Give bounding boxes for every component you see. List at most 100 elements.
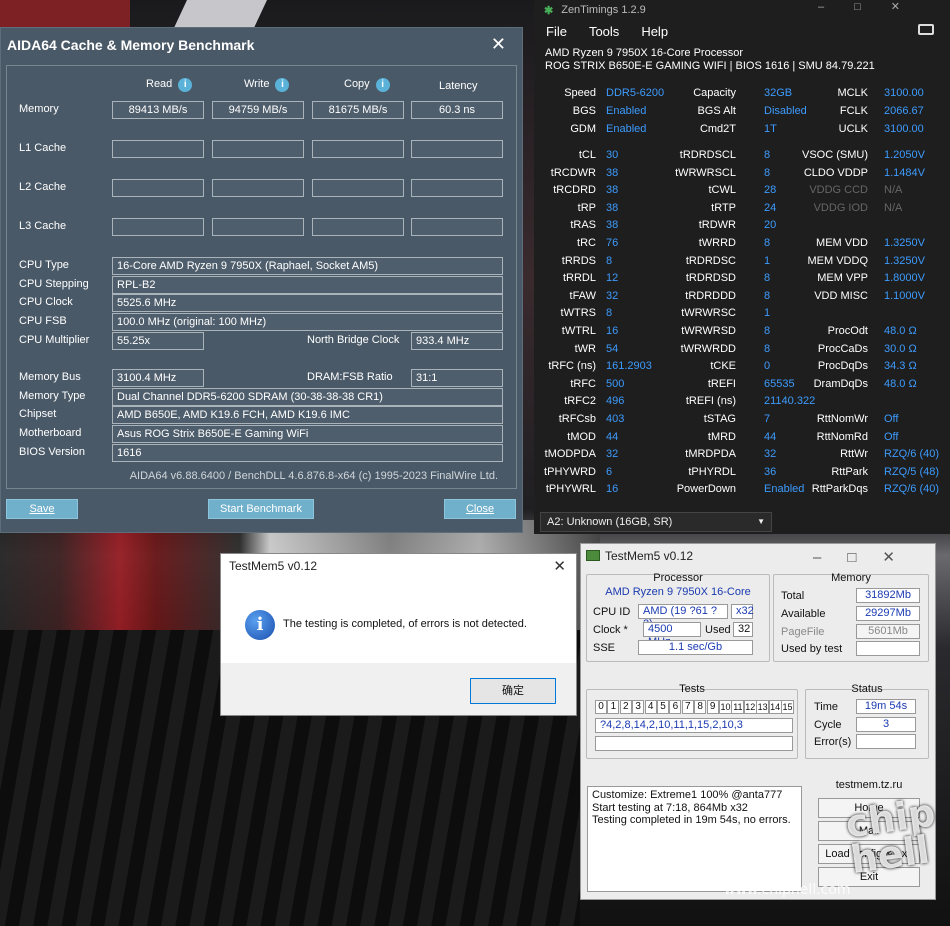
timing-label: tRCDWR — [550, 167, 596, 179]
window-controls[interactable]: –□✕ — [818, 0, 930, 13]
test-number: 1 — [607, 700, 620, 714]
available-label: Available — [781, 608, 826, 620]
completion-dialog: TestMem5 v0.12 ✕ i The testing is comple… — [220, 553, 577, 716]
l3-read — [112, 218, 204, 236]
l2-copy — [312, 179, 404, 197]
timing-label: PowerDown — [676, 483, 736, 495]
timing-label: tRTP — [711, 202, 736, 214]
available-value: 29297Mb — [856, 606, 920, 621]
cycle-value: 3 — [856, 717, 916, 732]
info-icon[interactable]: i — [375, 78, 390, 92]
cpu-id-value: AMD (19 ?61 ?2) — [638, 604, 728, 630]
timing-value: Enabled — [606, 123, 647, 135]
camera-icon[interactable] — [918, 24, 934, 35]
timing-value: 496 — [606, 395, 625, 407]
row-label-l3: L3 Cache — [19, 220, 67, 232]
timing-value: 1.8000V — [884, 272, 925, 284]
timing-label: tRFC2 — [564, 395, 596, 407]
test-number: 14 — [768, 700, 782, 714]
timing-label: tPHYRDL — [688, 466, 736, 478]
timing-value: 44 — [764, 431, 777, 443]
title-bar: ✱ ZenTimings 1.2.9 –□✕ — [534, 0, 950, 20]
menu-help[interactable]: Help — [641, 24, 668, 39]
title-bar: AIDA64 Cache & Memory Benchmark ✕ — [1, 28, 522, 61]
menu-file[interactable]: File — [546, 24, 567, 39]
memory-latency: 60.3 ns — [411, 101, 503, 119]
test-number: 6 — [669, 700, 682, 714]
timing-label: tCL — [578, 149, 596, 161]
row-label-l2: L2 Cache — [19, 181, 67, 193]
menu-bar: File Tools Help — [534, 20, 950, 42]
motherboard-label: Motherboard — [19, 427, 82, 439]
timing-value: 8 — [764, 167, 771, 179]
timing-label: tPHYWRD — [544, 466, 596, 478]
timing-value: 30 — [606, 149, 619, 161]
timing-value: RZQ/6 (40) — [884, 483, 940, 495]
memory-read: 89413 MB/s — [112, 101, 204, 119]
timing-label: tRRDS — [561, 255, 596, 267]
timing-value: 8 — [606, 255, 613, 267]
timing-value: 0 — [764, 360, 771, 372]
info-icon[interactable]: i — [275, 78, 290, 92]
aida64-window: AIDA64 Cache & Memory Benchmark ✕ Read i … — [0, 27, 523, 533]
timing-label: tRDRDSCL — [679, 149, 736, 161]
timing-value: 8 — [764, 325, 771, 337]
timing-label: tWRRD — [698, 237, 736, 249]
dimm-select[interactable]: A2: Unknown (16GB, SR) ▼ — [540, 512, 772, 532]
timing-label: DramDqDs — [813, 378, 868, 390]
timing-value: 1.3250V — [884, 255, 925, 267]
site-title: testmem.tz.ru — [835, 779, 903, 791]
close-button[interactable]: Close — [444, 499, 516, 519]
timing-label: tRDRDSD — [685, 272, 736, 284]
timing-label: RttNomWr — [816, 413, 868, 425]
menu-tools[interactable]: Tools — [589, 24, 619, 39]
timing-value: 16 — [606, 483, 619, 495]
timing-label: VDDG IOD — [813, 202, 868, 214]
row-label-l1: L1 Cache — [19, 142, 67, 154]
timing-label: tFAW — [569, 290, 596, 302]
timing-value: 20 — [764, 219, 777, 231]
log-line: Start testing at 7:18, 864Mb x32 — [592, 801, 748, 814]
timing-label: RttParkDqs — [811, 483, 868, 495]
cpu-threads-value: x32 — [731, 604, 754, 619]
title-bar: TestMem5 v0.12 –□✕ — [581, 544, 935, 568]
timing-label: tRDRDSC — [685, 255, 736, 267]
timing-value: 3100.00 — [884, 123, 924, 135]
save-button[interactable]: Save — [6, 499, 78, 519]
timing-value: 8 — [764, 149, 771, 161]
ok-button[interactable]: 确定 — [470, 678, 556, 704]
close-icon[interactable]: ✕ — [553, 557, 566, 575]
timing-label: GDM — [570, 123, 596, 135]
timing-label: MEM VDDQ — [807, 255, 869, 267]
test-number: 9 — [706, 700, 719, 714]
test-number: 2 — [619, 700, 632, 714]
cpu-type-label: CPU Type — [19, 259, 69, 271]
app-icon: ✱ — [544, 4, 554, 17]
timing-value: 48.0 Ω — [884, 378, 917, 390]
info-icon[interactable]: i — [178, 78, 193, 92]
cycle-label: Cycle — [814, 719, 842, 731]
total-value: 31892Mb — [856, 588, 920, 603]
dram-fsb-value: 31:1 — [411, 369, 503, 387]
timing-label: BGS Alt — [697, 105, 736, 117]
close-icon[interactable]: ✕ — [491, 34, 506, 55]
cpu-clock-label: CPU Clock — [19, 296, 73, 308]
timing-value: 32 — [606, 290, 619, 302]
start-benchmark-button[interactable]: Start Benchmark — [208, 499, 314, 519]
timing-label: tSTAG — [703, 413, 736, 425]
window-controls[interactable]: –□✕ — [813, 546, 921, 570]
row-label-memory: Memory — [19, 103, 59, 115]
timing-value: 32 — [606, 448, 619, 460]
timing-value: 161.2903 — [606, 360, 652, 372]
cpu-clock-value: 5525.6 MHz — [112, 294, 503, 312]
used-by-test-label: Used by test — [781, 643, 843, 655]
timing-label: tMRD — [707, 431, 736, 443]
timing-label: tCKE — [710, 360, 736, 372]
timing-label: MEM VDD — [816, 237, 868, 249]
dialog-message: The testing is completed, of errors is n… — [283, 618, 527, 630]
cpu-fsb-value: 100.0 MHz (original: 100 MHz) — [112, 313, 503, 331]
status-title: Status — [851, 683, 883, 695]
timing-value: 8 — [764, 290, 771, 302]
bios-value: 1616 — [112, 444, 503, 462]
nb-clock-label: North Bridge Clock — [307, 334, 400, 346]
